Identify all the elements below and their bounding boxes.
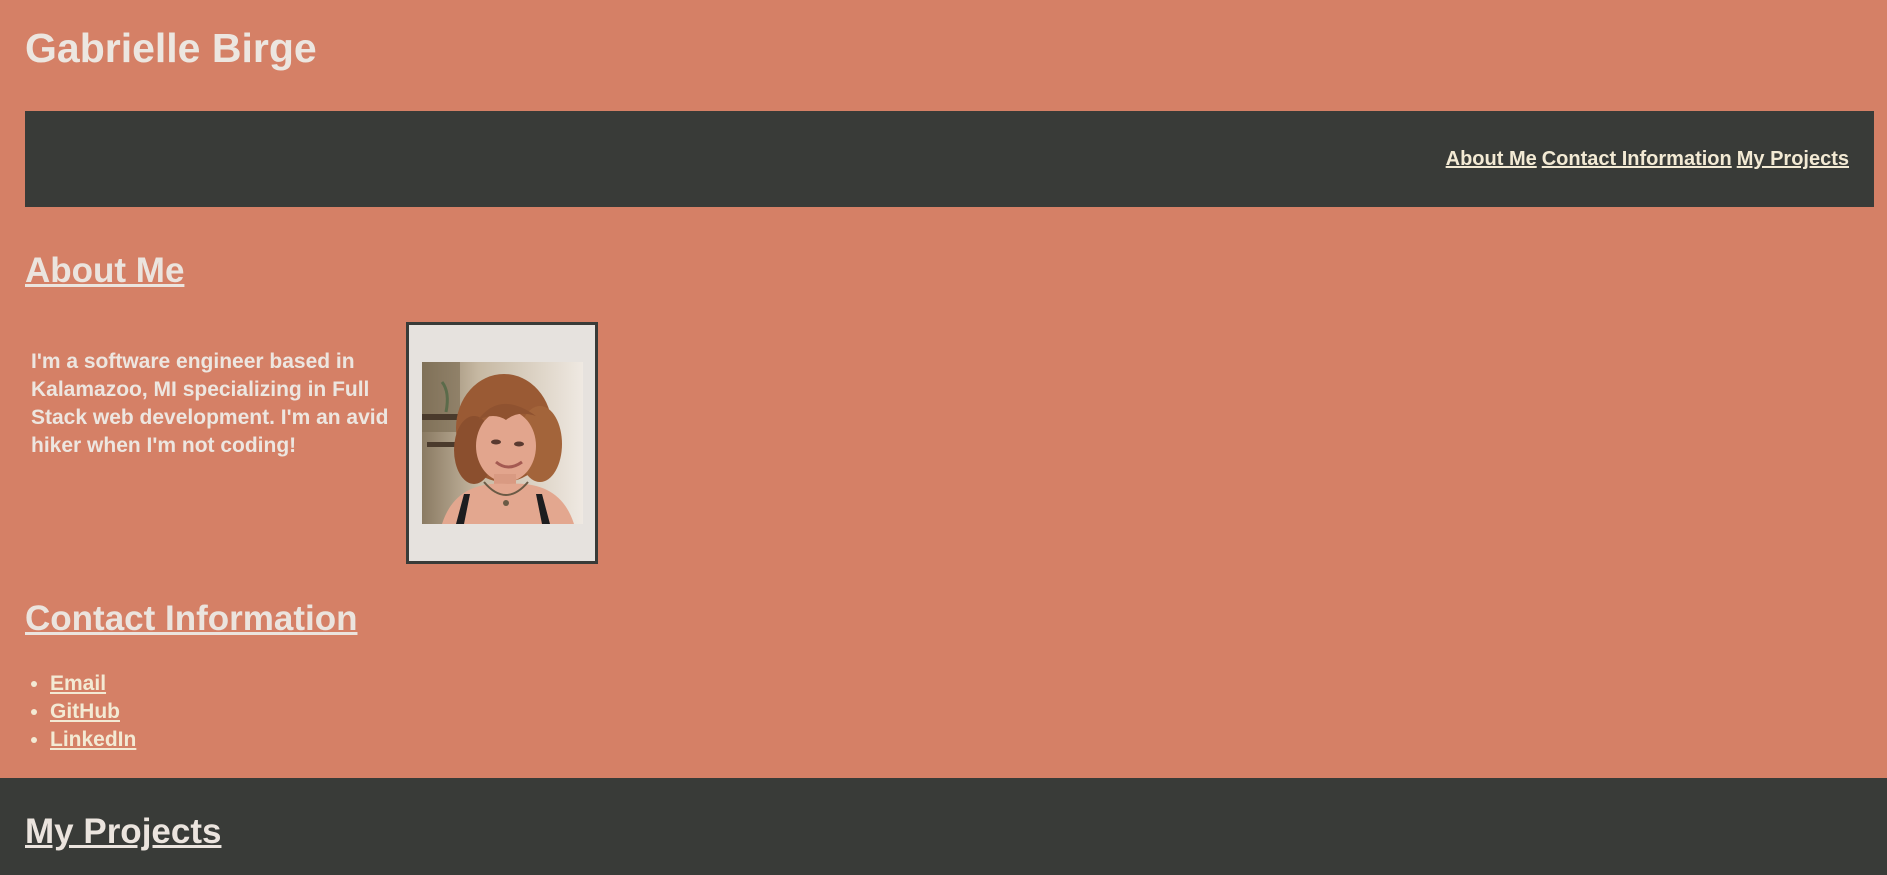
profile-photo bbox=[422, 362, 583, 524]
email-link[interactable]: Email bbox=[50, 672, 106, 695]
nav-link-about-me[interactable]: About Me bbox=[1446, 147, 1537, 171]
nav-link-contact-information[interactable]: Contact Information bbox=[1542, 147, 1732, 171]
list-item: LinkedIn bbox=[50, 726, 136, 754]
list-item: GitHub bbox=[50, 698, 136, 726]
site-title: Gabrielle Birge bbox=[25, 25, 317, 71]
nav-links: About Me Contact Information My Projects bbox=[1446, 147, 1849, 171]
profile-photo-frame bbox=[406, 322, 598, 564]
about-heading: About Me bbox=[25, 251, 185, 290]
about-text: I'm a software engineer based in Kalamaz… bbox=[31, 350, 389, 457]
contact-heading: Contact Information bbox=[25, 599, 358, 638]
linkedin-link[interactable]: LinkedIn bbox=[50, 728, 136, 751]
nav-link-my-projects[interactable]: My Projects bbox=[1737, 147, 1849, 171]
github-link[interactable]: GitHub bbox=[50, 700, 120, 723]
projects-section: My Projects bbox=[0, 778, 1887, 875]
list-item: Email bbox=[50, 670, 136, 698]
navbar: About Me Contact Information My Projects bbox=[25, 111, 1874, 207]
projects-heading: My Projects bbox=[25, 812, 222, 851]
contact-list: Email GitHub LinkedIn bbox=[25, 670, 136, 754]
